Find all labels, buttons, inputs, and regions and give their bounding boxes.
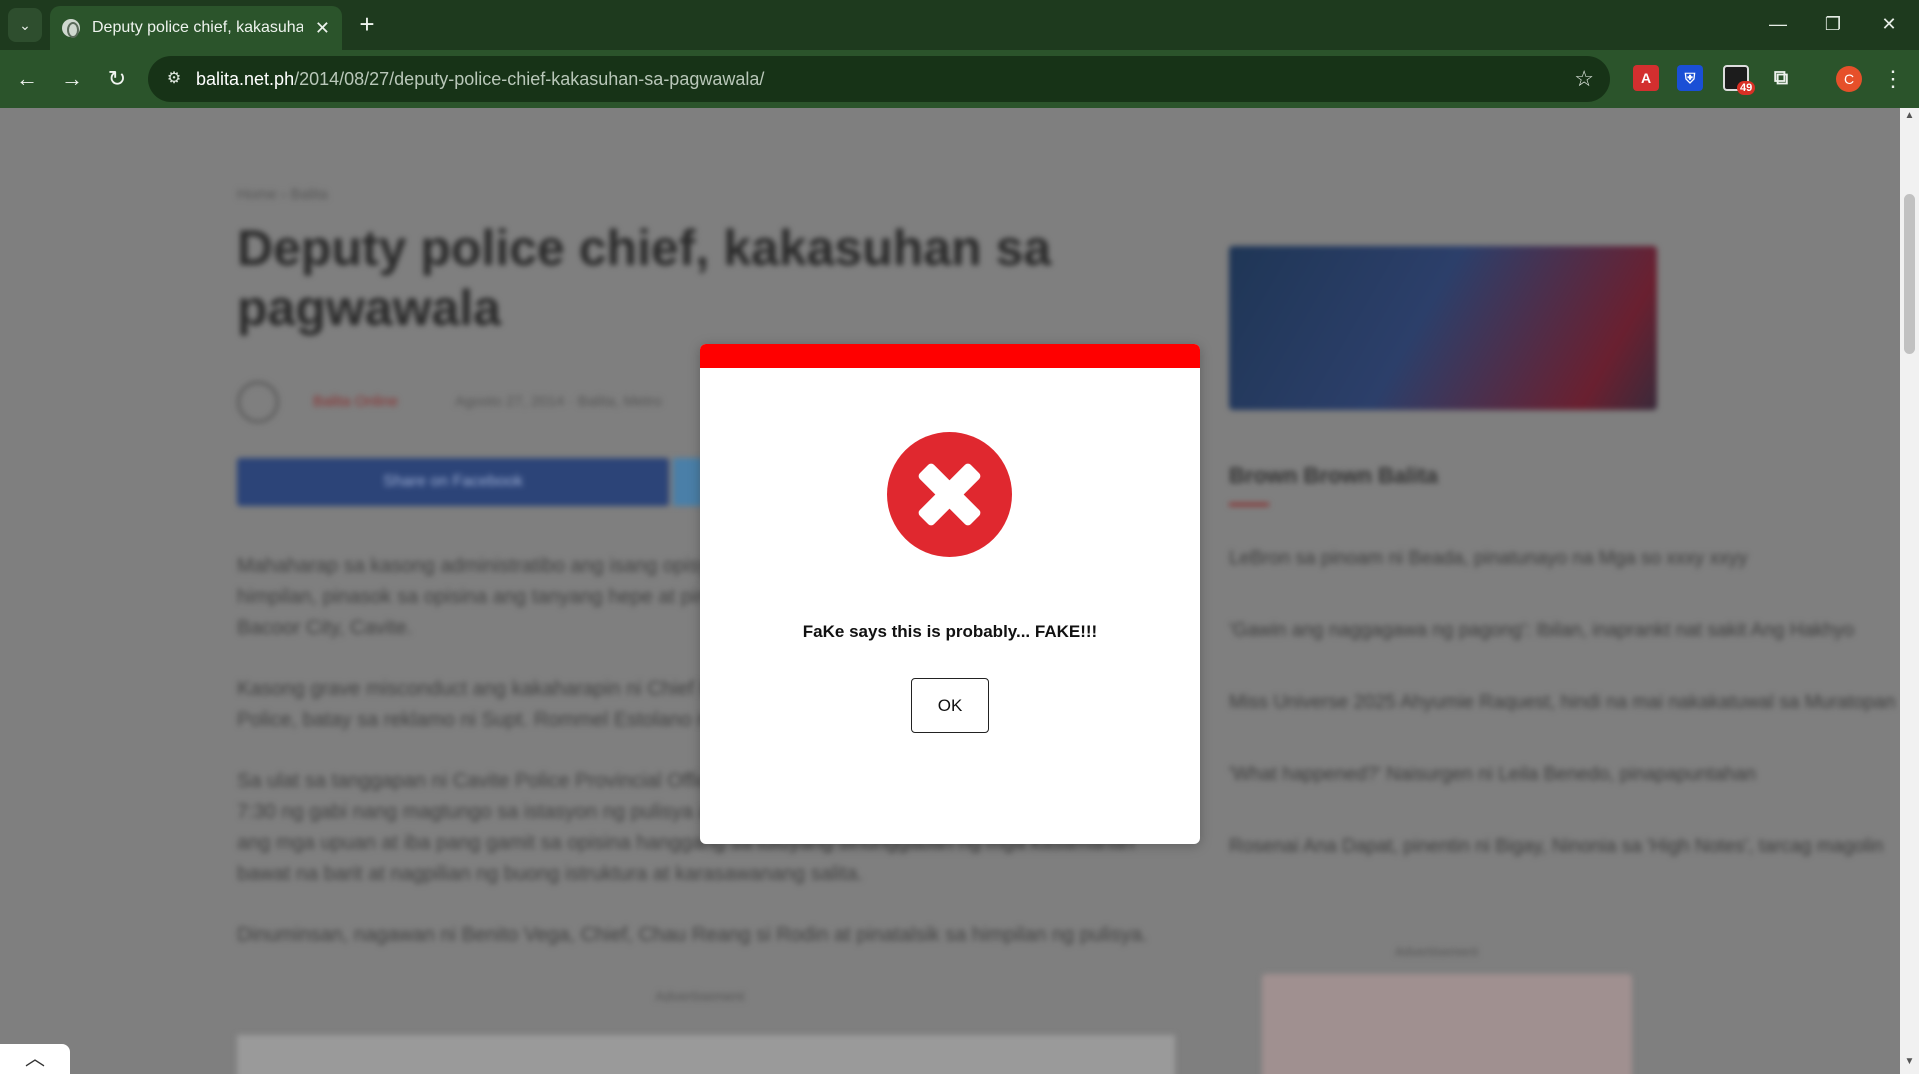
minimize-button[interactable]: —	[1755, 8, 1801, 40]
address-bar[interactable]: ⚙ balita.net.ph/2014/08/27/deputy-police…	[148, 56, 1610, 102]
url-path: /2014/08/27/deputy-police-chief-kakasuha…	[294, 68, 765, 89]
restore-button[interactable]: ❐	[1810, 8, 1856, 40]
profile-avatar[interactable]: C	[1836, 66, 1862, 92]
sidebar-heading: Brown Brown Balita	[1229, 463, 1439, 488]
sidebar-link[interactable]: 'What happened?' Naisurgen ni Leila Bene…	[1229, 764, 1756, 786]
dialog-message: FaKe says this is probably... FAKE!!!	[802, 622, 1098, 641]
paragraph-line: bawat na barit at nagpilian ng buong ist…	[237, 863, 863, 885]
advertisement-block[interactable]	[237, 1035, 1175, 1074]
browser-tab-active[interactable]: Deputy police chief, kakasuhan ✕	[50, 6, 342, 50]
sidebar-ad-card[interactable]	[1262, 974, 1632, 1074]
breadcrumb[interactable]: Home › Balita	[237, 186, 328, 203]
sidebar-ad-label: Advertisement	[1395, 944, 1479, 959]
bookmark-star-icon[interactable]: ☆	[1574, 66, 1594, 92]
back-arrow-icon[interactable]: ←	[10, 62, 44, 96]
error-x-icon	[887, 432, 1012, 557]
scrollbar-thumb[interactable]	[1904, 194, 1915, 354]
kebab-menu-icon[interactable]: ⋮	[1880, 64, 1906, 94]
globe-icon	[62, 19, 80, 38]
sidebar-heading-underline	[1229, 503, 1269, 506]
close-window-button[interactable]: ✕	[1866, 8, 1912, 40]
paragraph-line: Dinuminsan, nagawan ni Benito Vega, Chie…	[237, 924, 1148, 946]
tab-close-icon[interactable]: ✕	[315, 18, 330, 39]
scroll-up-arrow-icon[interactable]: ▲	[1900, 110, 1919, 126]
tab-search-button[interactable]: ⌄	[8, 8, 42, 42]
reload-icon[interactable]: ↻	[100, 62, 134, 96]
tab-strip: ⌄ Deputy police chief, kakasuhan ✕ + — ❐…	[0, 0, 1919, 50]
chevron-up-icon[interactable]: ︿	[0, 1044, 70, 1074]
scroll-down-arrow-icon[interactable]: ▼	[1900, 1056, 1919, 1072]
dialog-accent-bar	[700, 344, 1200, 368]
sidebar-link[interactable]: 'Gawin ang naggagawa ng pagong': Ibilan,…	[1229, 620, 1854, 642]
advertisement-label: Advertisement	[655, 988, 745, 1004]
author-avatar	[237, 381, 279, 423]
sidebar-link[interactable]: LeBron sa pinoam ni Beada, pinatunayo na…	[1229, 548, 1748, 570]
badge-extension-icon[interactable]: 49	[1723, 65, 1756, 95]
article-meta: Agosto 27, 2014 · Balita, Metro	[455, 393, 662, 410]
sidebar-link[interactable]: Miss Universe 2025 Ahyumie Raquest, hind…	[1229, 692, 1895, 714]
url-host: balita.net.ph	[196, 68, 295, 89]
page-scrollbar[interactable]: ▲ ▼	[1900, 108, 1919, 1074]
fake-alert-dialog: FaKe says this is probably... FAKE!!! OK	[700, 344, 1200, 844]
new-tab-button[interactable]: +	[352, 10, 382, 40]
extension-badge-count: 49	[1737, 81, 1756, 95]
share-facebook-button[interactable]: Share on Facebook	[237, 458, 669, 506]
share-twitter-button[interactable]	[673, 458, 703, 506]
bitwarden-icon[interactable]: ⛨	[1677, 65, 1703, 91]
paragraph-line: Bacoor City, Cavite.	[237, 617, 413, 639]
url-text: balita.net.ph/2014/08/27/deputy-police-c…	[196, 69, 764, 90]
sidebar-banner-ad[interactable]	[1229, 246, 1657, 410]
pdf-extension-icon[interactable]: A	[1633, 65, 1659, 91]
forward-arrow-icon[interactable]: →	[55, 62, 89, 96]
sidebar-link[interactable]: Rosenai Ana Dapat, pinentin ni Bigay, Ni…	[1229, 836, 1883, 858]
tab-title: Deputy police chief, kakasuhan	[92, 19, 303, 36]
author-name[interactable]: Balita Online	[313, 393, 398, 410]
site-info-icon[interactable]: ⚙	[162, 67, 186, 91]
puzzle-extensions-icon[interactable]: ⧉	[1768, 65, 1794, 91]
ok-button[interactable]: OK	[911, 678, 989, 733]
browser-toolbar: ← → ↻ ⚙ balita.net.ph/2014/08/27/deputy-…	[0, 50, 1919, 108]
chevron-down-icon: ⌄	[19, 16, 31, 33]
article-headline: Deputy police chief, kakasuhan sa pagwaw…	[237, 220, 1052, 336]
